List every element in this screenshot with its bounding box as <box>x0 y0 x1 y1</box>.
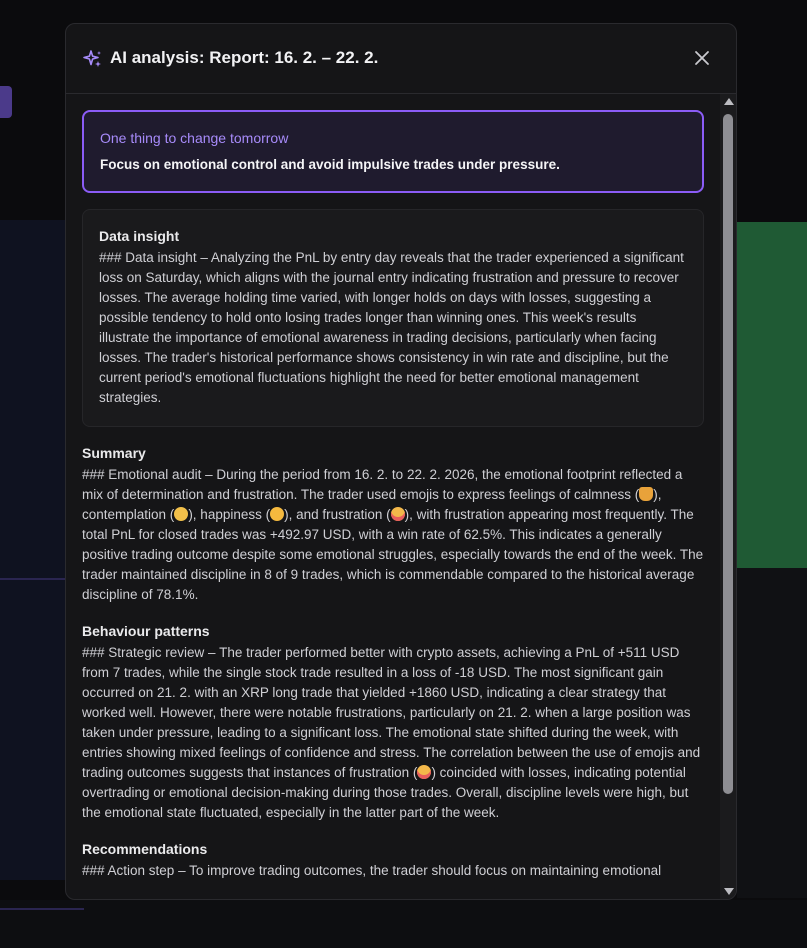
background-bottom-divider <box>0 908 84 910</box>
meditation-emoji-icon <box>639 487 654 501</box>
recommendations-section: Recommendations ### Action step – To imp… <box>82 839 704 881</box>
scrollbar[interactable] <box>720 94 736 899</box>
scroll-up-arrow-icon[interactable] <box>724 98 734 105</box>
modal-content-scroll[interactable]: One thing to change tomorrow Focus on em… <box>66 94 720 899</box>
one-thing-card: One thing to change tomorrow Focus on em… <box>82 110 704 193</box>
scrollbar-thumb[interactable] <box>723 114 733 794</box>
modal-title: AI analysis: Report: 16. 2. – 22. 2. <box>110 48 379 67</box>
frustrated-emoji-icon <box>417 765 432 779</box>
one-thing-label: One thing to change tomorrow <box>100 130 289 146</box>
summary-text: ### Emotional audit – During the period … <box>82 465 704 605</box>
recommendations-text: ### Action step – To improve trading out… <box>82 863 662 878</box>
summary-text-part: ### Emotional audit – During the period … <box>82 467 683 502</box>
background-left-panel <box>0 220 70 880</box>
background-nav-accent <box>0 86 12 118</box>
data-insight-text: ### Data insight – Analyzing the PnL by … <box>99 250 684 405</box>
one-thing-text: Focus on emotional control and avoid imp… <box>100 157 560 172</box>
frustrated-emoji-icon <box>390 507 405 521</box>
summary-text-part: ), and frustration ( <box>284 507 391 522</box>
scroll-down-arrow-icon[interactable] <box>724 888 734 895</box>
background-green-card <box>737 222 807 568</box>
smiling-emoji-icon <box>270 507 285 521</box>
behaviour-title: Behaviour patterns <box>82 623 210 639</box>
ai-analysis-modal: AI analysis: Report: 16. 2. – 22. 2. One… <box>65 23 737 900</box>
modal-header: AI analysis: Report: 16. 2. – 22. 2. <box>66 24 736 94</box>
summary-text-part: ), happiness ( <box>188 507 271 522</box>
summary-text-part: ), with frustration appearing most frequ… <box>82 507 704 602</box>
summary-section: Summary ### Emotional audit – During the… <box>82 443 704 605</box>
data-insight-title: Data insight <box>99 228 180 244</box>
close-icon[interactable] <box>692 48 712 68</box>
recommendations-title: Recommendations <box>82 841 208 857</box>
thinking-emoji-icon <box>174 507 189 521</box>
behaviour-text-part: ### Strategic review – The trader perfor… <box>82 645 701 780</box>
data-insight-card: Data insight ### Data insight – Analyzin… <box>82 209 704 427</box>
background-divider <box>0 578 70 580</box>
behaviour-text: ### Strategic review – The trader perfor… <box>82 643 704 823</box>
modal-content: One thing to change tomorrow Focus on em… <box>82 110 704 881</box>
behaviour-section: Behaviour patterns ### Strategic review … <box>82 621 704 823</box>
background-bottom-strip <box>0 900 807 948</box>
summary-title: Summary <box>82 445 146 461</box>
sparkles-icon <box>83 50 101 67</box>
background-right-panel <box>737 568 807 898</box>
